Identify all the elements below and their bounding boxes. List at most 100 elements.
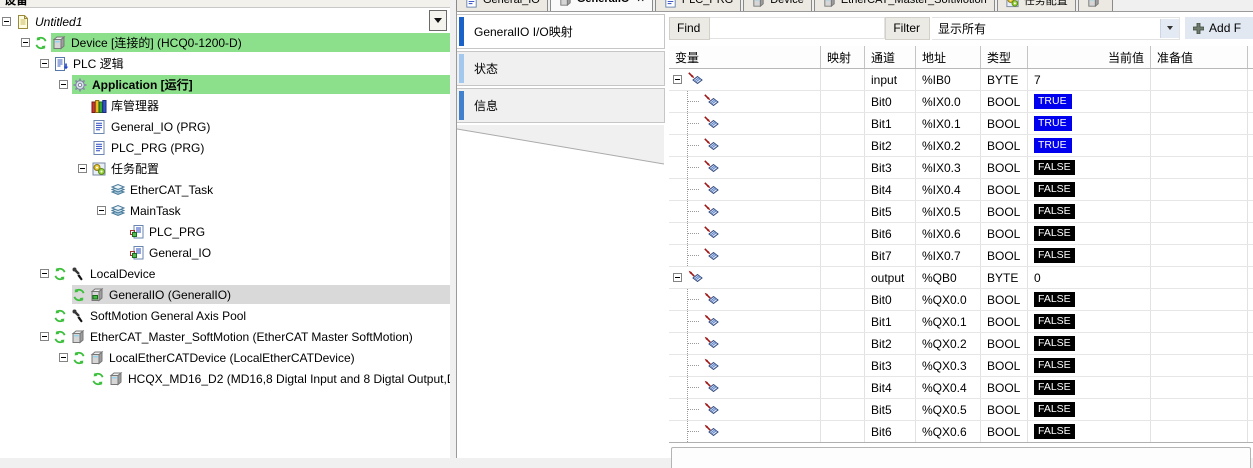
io-table-row[interactable]: Bit4%IX0.4BOOLFALSE (669, 179, 1253, 201)
io-table-row[interactable]: input%IB0BYTE7 (669, 69, 1253, 91)
editor-side-tab[interactable]: GeneralIO I/O映射 (457, 14, 665, 49)
editor-side-tabs: GeneralIO I/O映射状态信息 (457, 12, 666, 458)
tree-indent (59, 294, 72, 295)
io-table-row[interactable]: Bit6%IX0.6BOOLFALSE (669, 223, 1253, 245)
io-table-row[interactable]: Bit7%IX0.7BOOLFALSE (669, 245, 1253, 267)
io-table-row[interactable]: Bit4%QX0.4BOOLFALSE (669, 377, 1253, 399)
editor-side-tab[interactable]: 信息 (457, 88, 665, 123)
io-table-row[interactable]: Bit3%QX0.3BOOLFALSE (669, 355, 1253, 377)
prepared-value-cell[interactable] (1151, 69, 1248, 90)
prepared-value-cell[interactable] (1151, 91, 1248, 112)
column-header[interactable] (1248, 46, 1253, 68)
tree-item[interactable]: LocalEtherCATDevice (LocalEtherCATDevice… (0, 347, 450, 368)
prepared-value-cell[interactable] (1151, 289, 1248, 310)
tree-item[interactable]: Untitled1 (0, 11, 450, 32)
tree-item[interactable]: Device [连接的] (HCQ0-1200-D) (0, 32, 450, 53)
prepared-value-cell[interactable] (1151, 267, 1248, 288)
io-table-row[interactable]: Bit0%QX0.0BOOLFALSE (669, 289, 1253, 311)
io-table-row[interactable]: Bit2%IX0.2BOOLTRUE (669, 135, 1253, 157)
tree-item[interactable]: GeneralIO (GeneralIO) (0, 284, 450, 305)
row-filler (1248, 91, 1253, 112)
io-table-row[interactable]: Bit3%IX0.3BOOLFALSE (669, 157, 1253, 179)
tree-expander-icon[interactable] (97, 206, 106, 215)
prepared-value-cell[interactable] (1151, 311, 1248, 332)
prepared-value-cell[interactable] (1151, 377, 1248, 398)
tree-expander-icon[interactable] (40, 269, 49, 278)
prepared-value-cell[interactable] (1151, 113, 1248, 134)
tree-expander-icon[interactable] (40, 59, 49, 68)
column-header[interactable]: 通道 (865, 46, 916, 68)
row-expander-icon[interactable] (673, 273, 682, 282)
prepared-value-cell[interactable] (1151, 135, 1248, 156)
document-tab[interactable]: General_IO (456, 0, 548, 11)
prepared-value-cell[interactable] (1151, 421, 1248, 442)
document-tab[interactable]: GeneralIO✕ (550, 0, 653, 11)
tree-item[interactable]: PLC 逻辑 (0, 53, 450, 74)
document-tab[interactable]: EtherCAT_Master_SoftMotion (814, 0, 995, 11)
tree-item[interactable]: General_IO (PRG) (0, 116, 450, 137)
io-table-row[interactable]: Bit6%QX0.6BOOLFALSE (669, 421, 1253, 442)
tree-item[interactable]: Application [运行] (0, 74, 450, 95)
prepared-value-cell[interactable] (1151, 157, 1248, 178)
prepared-value-cell[interactable] (1151, 201, 1248, 222)
io-table-row[interactable]: output%QB0BYTE0 (669, 267, 1253, 289)
close-icon[interactable]: ✕ (636, 0, 644, 5)
tree-item[interactable]: LocalDevice (0, 263, 450, 284)
tree-item[interactable]: HCQX_MD16_D2 (MD16,8 Digtal Input and 8 … (0, 368, 450, 389)
row-expander-icon[interactable] (673, 75, 682, 84)
editor-side-tab[interactable]: 状态 (457, 51, 665, 86)
filter-select[interactable]: 显示所有 (932, 17, 1180, 40)
address-cell: %QX0.0 (916, 289, 981, 310)
tree-item-row: PLC 逻辑 (53, 54, 450, 73)
document-tab[interactable]: PLC_PRG (655, 0, 741, 11)
io-table-row[interactable]: Bit5%IX0.5BOOLFALSE (669, 201, 1253, 223)
tree-expander-icon[interactable] (59, 353, 68, 362)
column-header[interactable]: 地址 (916, 46, 981, 68)
tree-item[interactable]: 库管理器 (0, 95, 450, 116)
column-header[interactable]: 当前值 (1028, 46, 1151, 68)
io-table-row[interactable]: Bit2%QX0.2BOOLFALSE (669, 333, 1253, 355)
tree-expander-icon[interactable] (2, 17, 11, 26)
tree-expander-icon[interactable] (59, 80, 68, 89)
column-header[interactable]: 类型 (981, 46, 1028, 68)
tree-item[interactable]: 任务配置 (0, 158, 450, 179)
channel-cell: Bit1 (865, 113, 916, 134)
tree-item-row: HCQX_MD16_D2 (MD16,8 Digtal Input and 8 … (108, 369, 450, 388)
document-tab[interactable]: Device (743, 0, 812, 11)
prepared-value-cell[interactable] (1151, 399, 1248, 420)
tree-item[interactable]: PLC_PRG (0, 221, 450, 242)
io-table-row[interactable]: Bit5%QX0.5BOOLFALSE (669, 399, 1253, 421)
column-header[interactable]: 映射 (821, 46, 865, 68)
tab-diagonal-divider (457, 125, 664, 171)
find-input[interactable] (710, 17, 885, 39)
tree-expander-icon[interactable] (21, 38, 30, 47)
tree-item[interactable]: MainTask (0, 200, 450, 221)
tree-item-label: General_IO (148, 246, 211, 260)
tree-item[interactable]: PLC_PRG (PRG) (0, 137, 450, 158)
prepared-value-cell[interactable] (1151, 179, 1248, 200)
add-fb-button[interactable]: Add F (1185, 17, 1253, 39)
io-table-row[interactable]: Bit1%IX0.1BOOLTRUE (669, 113, 1253, 135)
mapping-cell (821, 113, 865, 134)
tree-item[interactable]: EtherCAT_Master_SoftMotion (EtherCAT Mas… (0, 326, 450, 347)
plc-logic-icon (53, 56, 69, 72)
column-header[interactable]: 准备值 (1151, 46, 1248, 68)
project-dropdown-button[interactable] (429, 10, 447, 31)
tree-item[interactable]: General_IO (0, 242, 450, 263)
prepared-value-cell[interactable] (1151, 245, 1248, 266)
tree-expander-icon[interactable] (78, 164, 87, 173)
row-filler (1248, 289, 1253, 310)
tree-item[interactable]: SoftMotion General Axis Pool (0, 305, 450, 326)
io-table-row[interactable]: Bit1%QX0.1BOOLFALSE (669, 311, 1253, 333)
column-header[interactable]: 变量 (669, 46, 821, 68)
channel-cell: Bit3 (865, 157, 916, 178)
io-table-row[interactable]: Bit0%IX0.0BOOLTRUE (669, 91, 1253, 113)
document-tab[interactable] (1078, 0, 1113, 11)
prepared-value-cell[interactable] (1151, 355, 1248, 376)
prepared-value-cell[interactable] (1151, 333, 1248, 354)
document-tab[interactable]: 任务配置 (997, 0, 1076, 11)
tree-expander-icon[interactable] (40, 332, 49, 341)
prepared-value-cell[interactable] (1151, 223, 1248, 244)
tree-item[interactable]: EtherCAT_Task (0, 179, 450, 200)
chevron-down-icon[interactable] (1160, 19, 1179, 38)
